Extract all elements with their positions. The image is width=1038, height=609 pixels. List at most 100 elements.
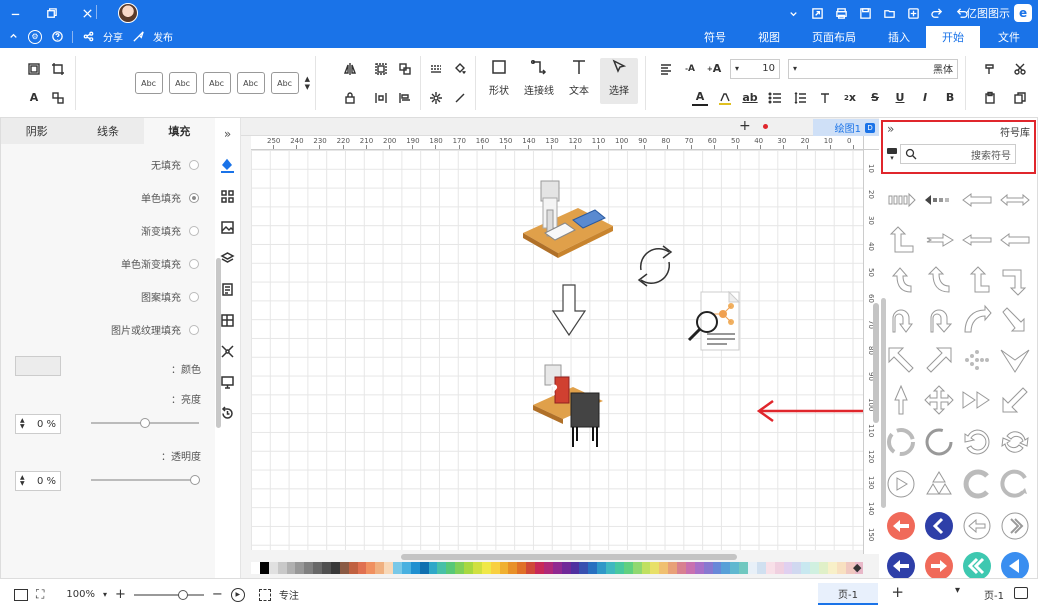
tab-home[interactable]: 开始: [926, 26, 980, 48]
line-style-icon[interactable]: [428, 61, 444, 77]
symbol-navy-chevron-left[interactable]: [923, 510, 955, 542]
library-scrollbar[interactable]: [881, 298, 886, 508]
palette-swatch[interactable]: [836, 562, 846, 574]
save-icon[interactable]: [858, 6, 872, 20]
palette-swatch[interactable]: [499, 562, 509, 574]
zoom-dropdown-icon[interactable]: ▾: [103, 590, 107, 599]
group-icon[interactable]: [373, 61, 389, 77]
more-dropdown-icon[interactable]: [786, 6, 800, 20]
symbol-chevron-down[interactable]: [999, 344, 1031, 376]
collapse-ribbon-icon[interactable]: [6, 30, 20, 44]
highlight-color-icon[interactable]: [717, 90, 733, 106]
library-menu-button[interactable]: ▾: [885, 146, 899, 162]
symbol-arrow-notched[interactable]: [923, 224, 955, 256]
symbol-arrow-u-turn-2[interactable]: [885, 304, 917, 336]
fill-option-none[interactable]: 无填充: [1, 148, 215, 181]
fill-option-image[interactable]: 图片或纹理填充: [1, 313, 215, 346]
settings-icon[interactable]: ⚙: [28, 29, 42, 44]
palette-swatch[interactable]: [650, 562, 660, 574]
symbol-arrow-dotted[interactable]: [923, 184, 955, 216]
palette-swatch[interactable]: [322, 562, 331, 574]
symbol-circle-arrow-6[interactable]: [961, 468, 993, 500]
page-panel-icon[interactable]: [220, 281, 236, 297]
symbol-recycle[interactable]: [923, 468, 955, 500]
crop-icon[interactable]: [50, 61, 66, 77]
connector-tool-button[interactable]: 连接线: [520, 58, 558, 104]
presentation-panel-icon[interactable]: [220, 374, 236, 390]
user-avatar[interactable]: [118, 3, 138, 23]
style-preview-4[interactable]: Abc: [168, 72, 197, 94]
style-preview-5[interactable]: Abc: [134, 72, 163, 94]
palette-swatch[interactable]: [419, 562, 429, 574]
symbol-arrow-left-plain[interactable]: [999, 224, 1031, 256]
radio-button[interactable]: [189, 225, 199, 236]
font-name-select[interactable]: 黑体 ▾: [788, 58, 958, 79]
palette-swatch[interactable]: [348, 562, 358, 574]
print-icon[interactable]: [834, 6, 848, 20]
symbol-arrow-left-2[interactable]: [961, 184, 993, 216]
text-direction-icon[interactable]: A: [26, 90, 42, 106]
open-folder-icon[interactable]: [882, 6, 896, 20]
palette-swatch[interactable]: [597, 562, 606, 574]
palette-swatch[interactable]: [295, 562, 305, 574]
symbol-arrow-diag-sw[interactable]: [999, 384, 1031, 416]
copy-icon[interactable]: [1012, 90, 1028, 106]
symbol-arrow-up-slim[interactable]: [885, 384, 917, 416]
publish-icon[interactable]: [131, 30, 145, 44]
text-case-icon[interactable]: ab: [742, 90, 758, 106]
palette-swatch[interactable]: [277, 562, 287, 574]
search-document-icon[interactable]: [687, 290, 741, 351]
share-label[interactable]: 分享: [103, 29, 123, 44]
refresh-cycle-icon[interactable]: [637, 245, 673, 287]
palette-swatch[interactable]: [712, 562, 722, 574]
style-preview-2[interactable]: Abc: [236, 72, 265, 94]
radio-button[interactable]: [189, 324, 199, 335]
data-panel-icon[interactable]: [220, 312, 236, 328]
palette-swatch[interactable]: [783, 562, 793, 574]
align-icon[interactable]: [658, 61, 674, 77]
palette-swatch[interactable]: [668, 562, 677, 574]
palette-swatch[interactable]: [330, 562, 340, 574]
format-painter-icon[interactable]: [982, 61, 998, 77]
history-panel-icon[interactable]: [220, 405, 236, 421]
palette-fill-icon[interactable]: ◆: [853, 561, 861, 574]
tab-file[interactable]: 文件: [980, 26, 1038, 48]
symbol-circle-chevron-right[interactable]: [999, 510, 1031, 542]
palette-swatch[interactable]: [339, 562, 349, 574]
symbol-double-arrow-1[interactable]: [999, 184, 1031, 216]
help-icon[interactable]: [50, 30, 64, 44]
symbol-circle-arrows-1[interactable]: [999, 426, 1031, 458]
palette-swatch[interactable]: [446, 562, 456, 574]
symbol-arrow-diagonal[interactable]: [999, 304, 1031, 336]
desk-worker-figure-top[interactable]: [523, 180, 613, 258]
restore-window-icon[interactable]: [44, 6, 58, 20]
symbol-move-cross[interactable]: [923, 384, 955, 416]
underline-icon[interactable]: U: [892, 90, 908, 106]
fill-option-solid-gradient[interactable]: 单色渐变填充: [1, 247, 215, 280]
symbol-arrow-curve-1[interactable]: [923, 264, 955, 296]
publish-label[interactable]: 发布: [153, 29, 173, 44]
line-spacing-icon[interactable]: [792, 90, 808, 106]
palette-swatch[interactable]: [703, 562, 713, 574]
palette-swatch[interactable]: [730, 562, 740, 574]
palette-swatch[interactable]: [259, 562, 269, 574]
canvas-horizontal-scrollbar[interactable]: [401, 554, 737, 560]
paste-icon[interactable]: [982, 90, 998, 106]
focus-mode-icon[interactable]: [258, 588, 271, 601]
font-size-select[interactable]: 10 ▾: [730, 58, 780, 79]
zoom-in-button[interactable]: +: [115, 587, 126, 602]
palette-swatch[interactable]: [481, 562, 491, 574]
lock-icon[interactable]: [342, 90, 358, 106]
style-preview-1[interactable]: Abc: [270, 72, 299, 94]
fill-option-solid[interactable]: 单色填充: [1, 181, 215, 214]
palette-swatch[interactable]: [251, 562, 260, 574]
palette-swatch[interactable]: [366, 562, 376, 574]
palette-swatch[interactable]: [268, 562, 278, 574]
palette-swatch[interactable]: [517, 562, 527, 574]
bold-icon[interactable]: B: [942, 90, 958, 106]
new-file-icon[interactable]: [906, 6, 920, 20]
fullscreen-icon[interactable]: [1014, 587, 1028, 599]
align-objects-icon[interactable]: [397, 90, 413, 106]
palette-swatch[interactable]: [614, 562, 624, 574]
symbol-arrow-curve-2[interactable]: [885, 264, 917, 296]
